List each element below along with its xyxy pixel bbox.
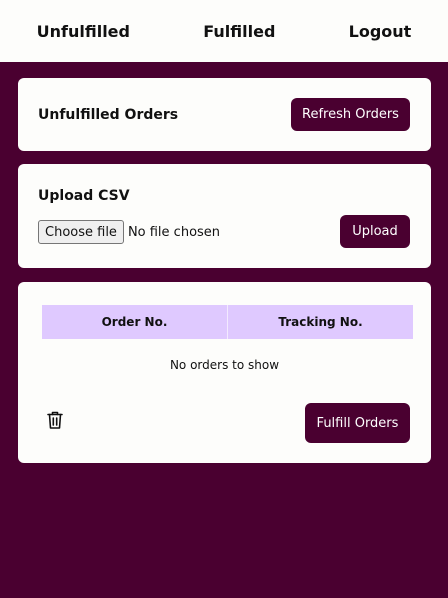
unfulfilled-orders-title: Unfulfilled Orders	[38, 107, 179, 123]
unfulfilled-orders-card: Unfulfilled Orders Refresh Orders	[18, 78, 431, 151]
column-order-no[interactable]: Order No.	[42, 305, 227, 339]
empty-orders-message: No orders to show	[169, 358, 280, 372]
top-navigation: Unfulfilled Fulfilled Logout	[0, 0, 448, 62]
nav-unfulfilled-link[interactable]: Unfulfilled	[37, 22, 130, 41]
file-input: Choose file No file chosen	[38, 220, 220, 244]
fulfill-orders-button[interactable]: Fulfill Orders	[305, 403, 410, 443]
upload-button[interactable]: Upload	[340, 215, 410, 248]
choose-file-button[interactable]: Choose file	[38, 220, 124, 244]
column-tracking-no[interactable]: Tracking No.	[227, 305, 413, 339]
nav-fulfilled-link[interactable]: Fulfilled	[203, 22, 275, 41]
trash-icon[interactable]	[46, 410, 64, 430]
orders-table-header: Order No. Tracking No.	[42, 305, 413, 339]
file-status-text: No file chosen	[127, 224, 221, 240]
upload-csv-title: Upload CSV	[38, 188, 130, 204]
upload-csv-card: Upload CSV Choose file No file chosen Up…	[18, 164, 431, 268]
orders-table-card: Order No. Tracking No. No orders to show…	[18, 282, 431, 463]
nav-logout-link[interactable]: Logout	[349, 22, 412, 41]
refresh-orders-button[interactable]: Refresh Orders	[291, 98, 410, 131]
